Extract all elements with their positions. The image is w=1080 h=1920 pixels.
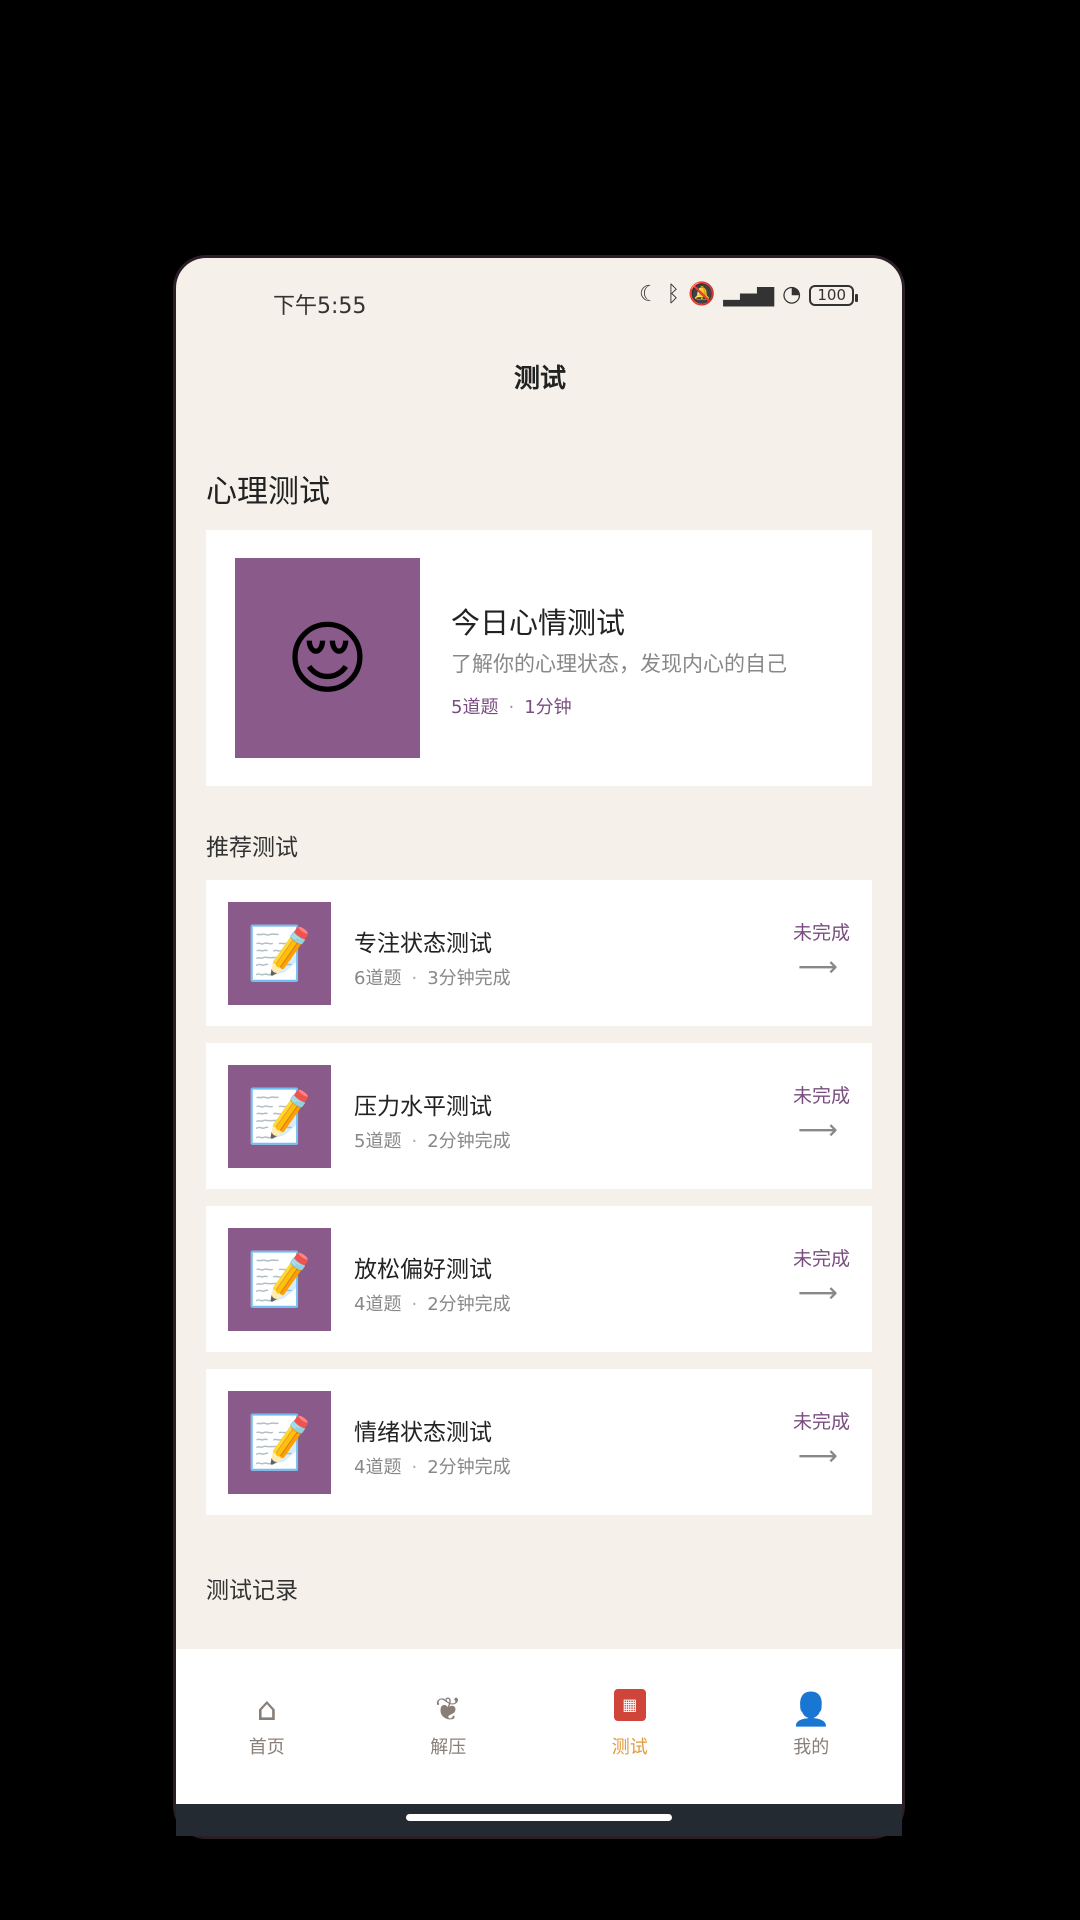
home-indicator[interactable] <box>406 1814 672 1821</box>
tab-test[interactable]: ▦ 测试 <box>539 1649 721 1804</box>
section-title-records: 测试记录 <box>206 1578 298 1604</box>
relieved-face-icon: 😌 <box>235 558 420 758</box>
status-icons: ☾ ᛒ 🔕 ▂▄▆ ◔ 100 <box>639 282 858 307</box>
status-time: 下午5:55 <box>273 294 367 319</box>
mute-icon: 🔕 <box>687 282 716 307</box>
battery-icon: 100 <box>809 284 858 306</box>
test-card[interactable]: 📝 情绪状态测试 4道题 · 2分钟完成 未完成 ⟶ <box>206 1369 872 1515</box>
grid-icon: ▦ <box>613 1689 646 1721</box>
test-title: 放松偏好测试 <box>354 1257 492 1283</box>
memo-icon: 📝 <box>228 902 331 1005</box>
hero-title: 今日心情测试 <box>451 606 626 640</box>
lotus-icon: ❦ <box>434 1690 462 1728</box>
arrow-right-icon[interactable]: ⟶ <box>798 1439 838 1472</box>
tab-label: 我的 <box>793 1737 830 1758</box>
test-title: 情绪状态测试 <box>354 1420 492 1446</box>
test-status: 未完成 <box>792 922 850 944</box>
test-duration: 2分钟完成 <box>427 1457 511 1478</box>
test-card[interactable]: 📝 专注状态测试 6道题 · 3分钟完成 未完成 ⟶ <box>206 880 872 1026</box>
arrow-right-icon[interactable]: ⟶ <box>798 1276 838 1309</box>
test-questions: 4道题 <box>354 1294 402 1315</box>
memo-icon: 📝 <box>228 1065 331 1168</box>
test-questions: 5道题 <box>354 1131 402 1152</box>
home-icon: ⌂ <box>256 1690 277 1728</box>
test-status: 未完成 <box>792 1411 850 1433</box>
tab-relax[interactable]: ❦ 解压 <box>358 1649 540 1804</box>
page-title: 测试 <box>513 364 566 394</box>
moon-icon: ☾ <box>639 282 659 307</box>
bluetooth-icon: ᛒ <box>666 282 680 307</box>
test-questions: 4道题 <box>354 1457 402 1478</box>
tab-profile[interactable]: 👤 我的 <box>721 1649 903 1804</box>
meta-separator: · <box>411 1131 418 1152</box>
test-questions: 6道题 <box>354 968 402 989</box>
tab-label: 解压 <box>430 1737 467 1758</box>
test-title: 压力水平测试 <box>354 1094 492 1120</box>
hero-duration: 1分钟 <box>524 697 572 718</box>
memo-icon: 📝 <box>228 1228 331 1331</box>
test-duration: 3分钟完成 <box>427 968 511 989</box>
hero-meta: 5道题 · 1分钟 <box>451 693 572 719</box>
arrow-right-icon[interactable]: ⟶ <box>798 1113 838 1146</box>
test-card[interactable]: 📝 压力水平测试 5道题 · 2分钟完成 未完成 ⟶ <box>206 1043 872 1189</box>
test-meta: 4道题 · 2分钟完成 <box>354 1453 511 1479</box>
wifi-icon: ◔ <box>782 282 802 307</box>
meta-separator: · <box>411 968 418 989</box>
hero-description: 了解你的心理状态，发现内心的自己 <box>451 652 787 676</box>
test-duration: 2分钟完成 <box>427 1131 511 1152</box>
meta-separator: · <box>411 1294 418 1315</box>
section-title-main: 心理测试 <box>206 474 330 510</box>
test-duration: 2分钟完成 <box>427 1294 511 1315</box>
test-title: 专注状态测试 <box>354 931 492 957</box>
test-meta: 5道题 · 2分钟完成 <box>354 1127 511 1153</box>
hero-questions: 5道题 <box>451 697 499 718</box>
memo-icon: 📝 <box>228 1391 331 1494</box>
tab-home[interactable]: ⌂ 首页 <box>176 1649 358 1804</box>
meta-separator: · <box>508 697 515 718</box>
test-meta: 6道题 · 3分钟完成 <box>354 964 511 990</box>
arrow-right-icon[interactable]: ⟶ <box>798 950 838 983</box>
person-icon: 👤 <box>791 1690 832 1728</box>
tab-label: 首页 <box>248 1737 285 1758</box>
hero-test-card[interactable]: 😌 今日心情测试 了解你的心理状态，发现内心的自己 5道题 · 1分钟 <box>206 530 872 786</box>
meta-separator: · <box>411 1457 418 1478</box>
bottom-tab-bar: ⌂ 首页 ❦ 解压 ▦ 测试 👤 我的 <box>176 1649 902 1804</box>
test-meta: 4道题 · 2分钟完成 <box>354 1290 511 1316</box>
test-status: 未完成 <box>792 1085 850 1107</box>
hd-signal-icon: ▂▄▆ <box>723 282 775 307</box>
tab-label: 测试 <box>611 1737 648 1758</box>
status-bar: 下午5:55 ☾ ᛒ 🔕 ▂▄▆ ◔ 100 <box>176 258 902 354</box>
test-card[interactable]: 📝 放松偏好测试 4道题 · 2分钟完成 未完成 ⟶ <box>206 1206 872 1352</box>
test-status: 未完成 <box>792 1248 850 1270</box>
section-title-recommend: 推荐测试 <box>206 835 298 861</box>
